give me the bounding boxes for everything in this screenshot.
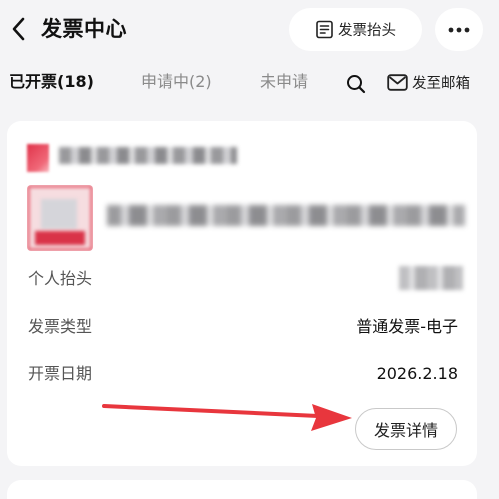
mail-icon — [387, 73, 408, 91]
product-name-redacted — [107, 205, 465, 226]
search-icon — [347, 75, 366, 94]
invoice-status-tabs: 已开票(18) 申请中(2) 未申请 发至邮箱 — [0, 62, 499, 104]
invoice-date-value: 2026.2.18 — [376, 364, 458, 383]
invoice-card[interactable]: 个人抬头 发票类型 普通发票-电子 开票日期 2026.2.18 发票详情 — [7, 121, 477, 466]
invoice-title-type-label: 个人抬头 — [28, 269, 93, 288]
invoice-detail-button[interactable]: 发票详情 — [355, 408, 457, 450]
tab-not-applied[interactable]: 未申请 — [260, 70, 308, 94]
invoice-title-button-label: 发票抬头 — [338, 23, 396, 39]
more-dots-icon — [448, 27, 470, 32]
page-title: 发票中心 — [41, 17, 127, 41]
next-invoice-card[interactable] — [7, 480, 477, 499]
invoice-type-value: 普通发票-电子 — [356, 317, 458, 336]
invoice-type-label: 发票类型 — [28, 317, 93, 336]
shop-name-redacted — [59, 147, 237, 164]
chevron-left-icon — [12, 17, 25, 41]
send-to-email-label: 发至邮箱 — [412, 75, 470, 92]
top-bar: 发票中心 发票抬头 — [0, 0, 499, 60]
send-to-email-button[interactable]: 发至邮箱 — [387, 70, 470, 94]
invoice-title-button[interactable]: 发票抬头 — [289, 8, 422, 51]
search-button[interactable] — [345, 73, 367, 95]
document-list-icon — [316, 20, 333, 39]
invoice-date-label: 开票日期 — [28, 364, 93, 383]
invoice-center-screen: 发票中心 发票抬头 已开票(18) 申请中(2) 未申请 发至邮箱 个人抬头 发… — [0, 0, 499, 499]
shop-logo — [27, 144, 49, 172]
product-thumbnail — [27, 185, 93, 251]
tab-invoiced[interactable]: 已开票(18) — [9, 70, 94, 94]
invoice-detail-button-label: 发票详情 — [373, 421, 438, 440]
tab-applying[interactable]: 申请中(2) — [141, 70, 212, 94]
invoice-title-value-redacted — [399, 266, 463, 290]
more-button[interactable] — [435, 8, 483, 51]
back-button[interactable] — [8, 14, 30, 44]
